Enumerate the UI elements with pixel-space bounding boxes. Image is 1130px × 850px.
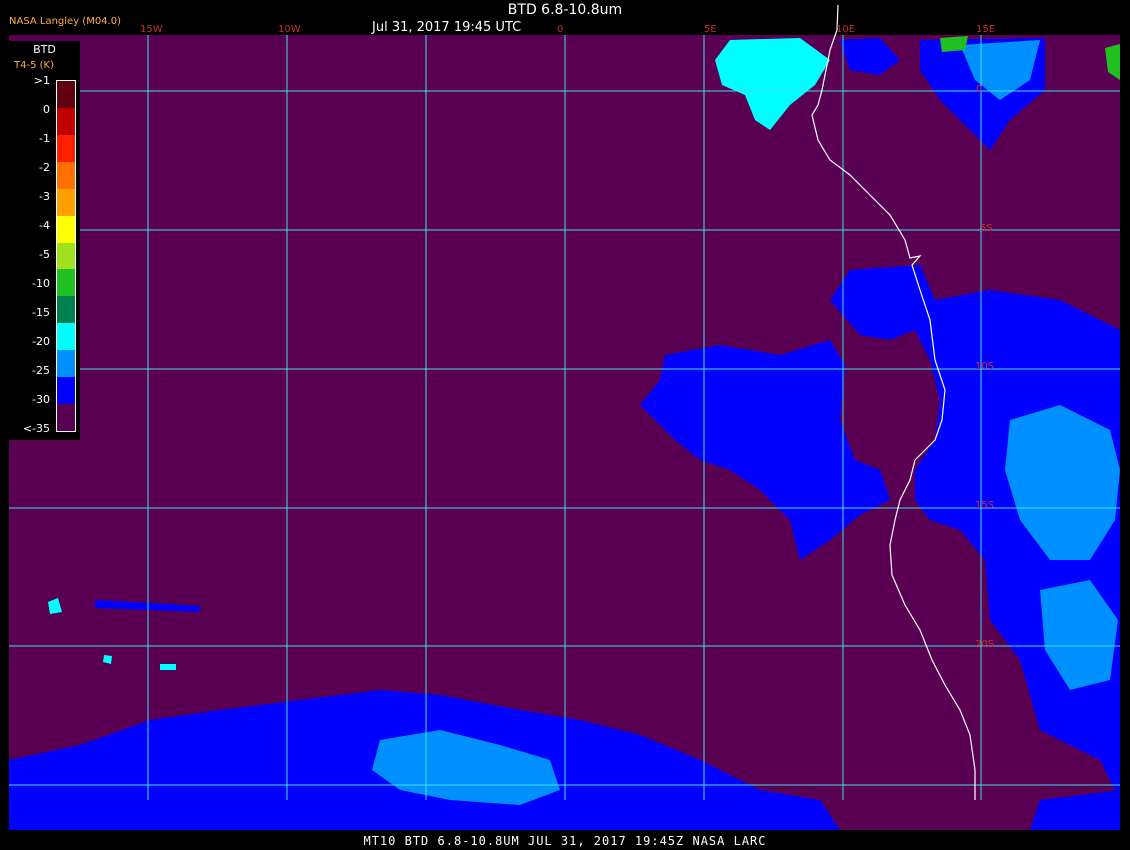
legend-tick-label: 0	[43, 103, 50, 116]
lat-label-15s: 15S	[975, 500, 995, 511]
lon-label-15e: 15E	[976, 24, 996, 35]
legend-swatch	[57, 242, 75, 270]
lat-label-5s: 5S	[980, 223, 993, 234]
footer-caption: MT10 BTD 6.8-10.8UM JUL 31, 2017 19:45Z …	[363, 834, 767, 848]
map-title: BTD 6.8-10.8um	[507, 2, 623, 18]
lat-label-20s: 20S	[975, 639, 995, 650]
legend-swatch	[57, 134, 75, 162]
legend-tick-label: <-35	[22, 422, 50, 435]
legend-tick-label: -20	[32, 335, 50, 348]
legend-tick-label: -2	[39, 161, 50, 174]
lat-label-0: 0	[976, 84, 983, 95]
legend-swatch	[57, 269, 75, 297]
legend-swatch	[57, 161, 75, 189]
legend-tick-label: -1	[39, 132, 50, 145]
legend-swatch	[57, 404, 75, 432]
legend-tick-label: -15	[32, 306, 50, 319]
lon-label-15w: 15W	[140, 24, 163, 35]
legend-tick-label: -30	[32, 393, 50, 406]
lon-label-10e: 10E	[836, 24, 856, 35]
btd-satellite-map	[9, 4, 1120, 830]
cloud-green-ne	[940, 36, 968, 52]
legend-colorbar	[56, 80, 76, 432]
legend-swatch	[57, 107, 75, 135]
legend-swatch	[57, 215, 75, 243]
legend-swatch	[57, 188, 75, 216]
legend-tick-label: -4	[39, 219, 50, 232]
legend-tick-label: -5	[39, 248, 50, 261]
legend-unit: T4-5 (K)	[14, 60, 54, 71]
legend-tick-label: >1	[33, 74, 50, 87]
cloud-cell-4	[160, 664, 176, 670]
lon-label-10w: 10W	[278, 24, 301, 35]
legend-swatch	[57, 350, 75, 378]
color-legend: BTD T4-5 (K) >1 0 -1 -2 -3 -4 -5 -10 -15 -20 -25 -3…	[9, 41, 80, 440]
legend-tick-label: -3	[39, 190, 50, 203]
legend-tick-label: -10	[32, 277, 50, 290]
legend-swatch	[57, 81, 75, 108]
lon-label-0: 0	[557, 24, 564, 35]
legend-swatch	[57, 377, 75, 405]
legend-swatch	[57, 323, 75, 351]
map-timestamp: Jul 31, 2017 19:45 UTC	[372, 20, 522, 35]
legend-swatch	[57, 296, 75, 324]
legend-title: BTD	[33, 43, 56, 56]
lat-label-10s: 10S	[975, 361, 995, 372]
legend-tick-label: -25	[32, 364, 50, 377]
lon-label-5e: 5E	[704, 24, 717, 35]
